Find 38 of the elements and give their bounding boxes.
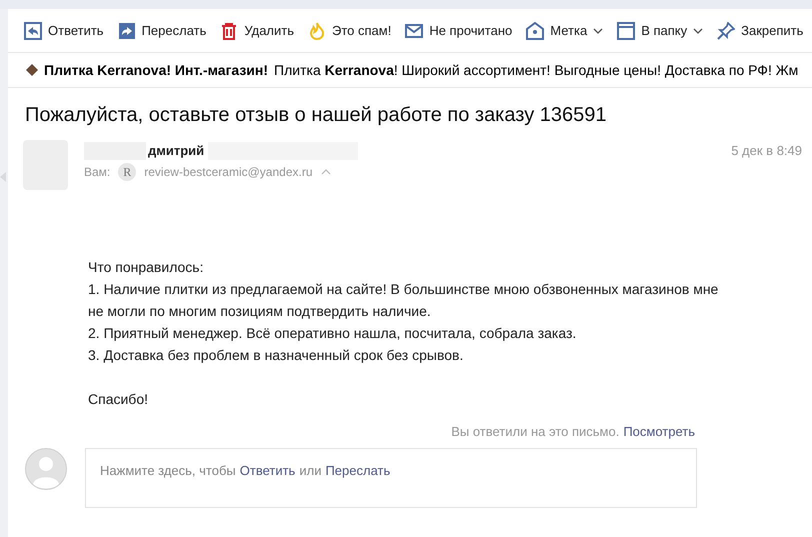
forward-link[interactable]: Переслать	[325, 461, 390, 507]
toolbar-button[interactable]: В папку	[617, 16, 704, 44]
message-subject: Пожалуйста, оставьте отзыв о нашей работе по заказу 136591	[24, 103, 608, 128]
view-link[interactable]: Посмотреть	[623, 422, 695, 442]
flame-icon	[308, 22, 326, 40]
body-text: 3. Доставка без проблем в назначенный срок без срывов.	[88, 346, 464, 365]
toolbar-button[interactable]: Удалить	[220, 16, 294, 44]
tag-icon	[526, 22, 544, 40]
toolbar-button[interactable]: Закрепить	[717, 16, 804, 44]
body-text: 1. Наличие плитки из предлагаемой на сайте! В большинстве мною обзвоненных магазинов мне не могли по многим позициям подтвердить наличие.	[88, 280, 720, 321]
reply-icon	[24, 22, 42, 40]
pin-icon	[717, 22, 736, 40]
toolbar-button[interactable]: Это спам!	[308, 16, 392, 44]
user-avatar-icon	[25, 448, 67, 490]
body-text: 2. Приятный менеджер. Всё оперативно нашла, посчитала, собрала заказ.	[88, 324, 578, 343]
recipient-avatar: R	[118, 163, 136, 181]
toolbar-button[interactable]: Ответить	[24, 16, 104, 44]
toolbar-button[interactable]: Метка	[526, 16, 604, 44]
envelope-icon	[405, 22, 424, 40]
quick-reply-or: или	[299, 462, 322, 480]
reply-link[interactable]: Ответить	[240, 461, 296, 507]
toolbar-button[interactable]: Переслать	[118, 16, 206, 44]
quick-reply-hint: Нажмите здесь, чтобы	[100, 462, 236, 480]
replied-notice: Вы ответили на это письмо.	[451, 423, 620, 442]
body-text: Что понравилось:	[88, 258, 204, 277]
forward-icon	[118, 22, 136, 40]
trash-icon	[220, 22, 238, 40]
ad-sender[interactable]: Плитка Kerranova! Инт.-магазин!	[44, 60, 268, 80]
sender-name[interactable]: дмитрий	[146, 141, 208, 161]
folder-icon	[617, 22, 636, 40]
recipient-label: Вам:	[84, 164, 110, 181]
ad-text[interactable]: Плитка Kerranova! Широкий ассортимент! Выгодные цены! Доставка по РФ! Жм	[274, 60, 798, 80]
body-text: Спасибо!	[88, 390, 149, 409]
caret-up-icon[interactable]	[320, 169, 331, 175]
quick-reply-field[interactable]: Нажмите здесь, чтобы Ответить или Переслать	[85, 448, 697, 508]
tile-icon	[26, 64, 38, 76]
message-date: 5 дек в 8:49	[731, 142, 802, 160]
toolbar-button[interactable]: Не прочитано	[405, 16, 512, 44]
